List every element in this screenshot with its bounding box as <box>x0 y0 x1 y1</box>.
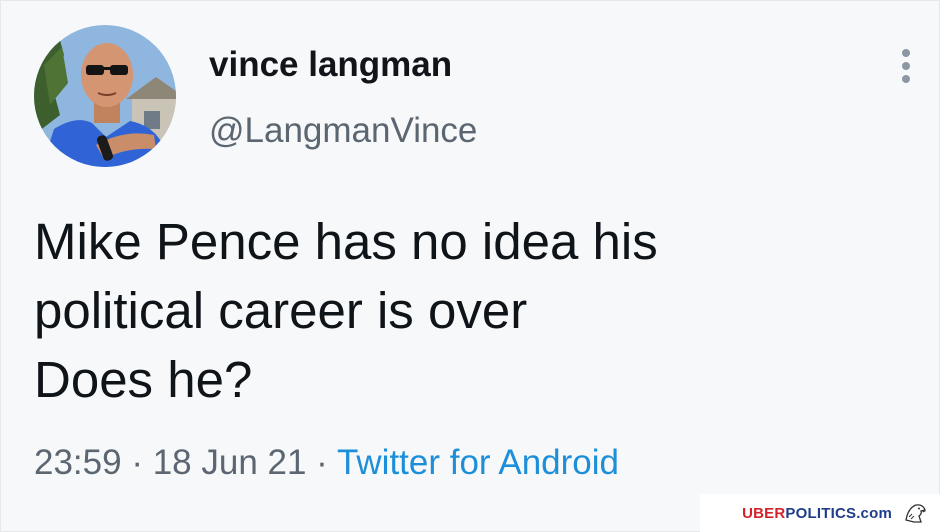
tweet-time[interactable]: 23:59 <box>34 443 122 482</box>
display-name[interactable]: vince langman <box>209 45 452 85</box>
more-vertical-icon <box>902 62 910 70</box>
avatar-image <box>34 25 176 167</box>
watermark-com: .com <box>856 504 892 522</box>
tweet-meta: 23:59 · 18 Jun 21 · Twitter for Android <box>34 441 619 485</box>
watermark-uber: UBER <box>742 504 786 522</box>
tweet-date[interactable]: 18 Jun 21 <box>153 443 307 482</box>
watermark-politics: POLITICS <box>785 504 857 522</box>
user-handle[interactable]: @LangmanVince <box>209 111 477 151</box>
eagle-icon <box>905 504 926 523</box>
more-options-button[interactable] <box>891 45 921 87</box>
meta-separator: · <box>121 443 153 482</box>
tweet-text-line: political career is over <box>34 282 528 339</box>
more-vertical-icon <box>902 49 910 57</box>
meta-separator: · <box>306 443 337 482</box>
tweet-card: vince langman @LangmanVince Mike Pence h… <box>0 0 940 532</box>
tweet-text-line: Does he? <box>34 351 253 408</box>
tweet-text-line: Mike Pence has no idea his <box>34 213 658 270</box>
watermark-text: UBERPOLITICS.com <box>742 505 892 522</box>
tweet-text: Mike Pence has no idea his political car… <box>34 207 884 414</box>
more-vertical-icon <box>902 75 910 83</box>
avatar[interactable] <box>34 25 176 167</box>
watermark: UBERPOLITICS.com <box>700 494 940 532</box>
tweet-source-link[interactable]: Twitter for Android <box>337 443 619 482</box>
